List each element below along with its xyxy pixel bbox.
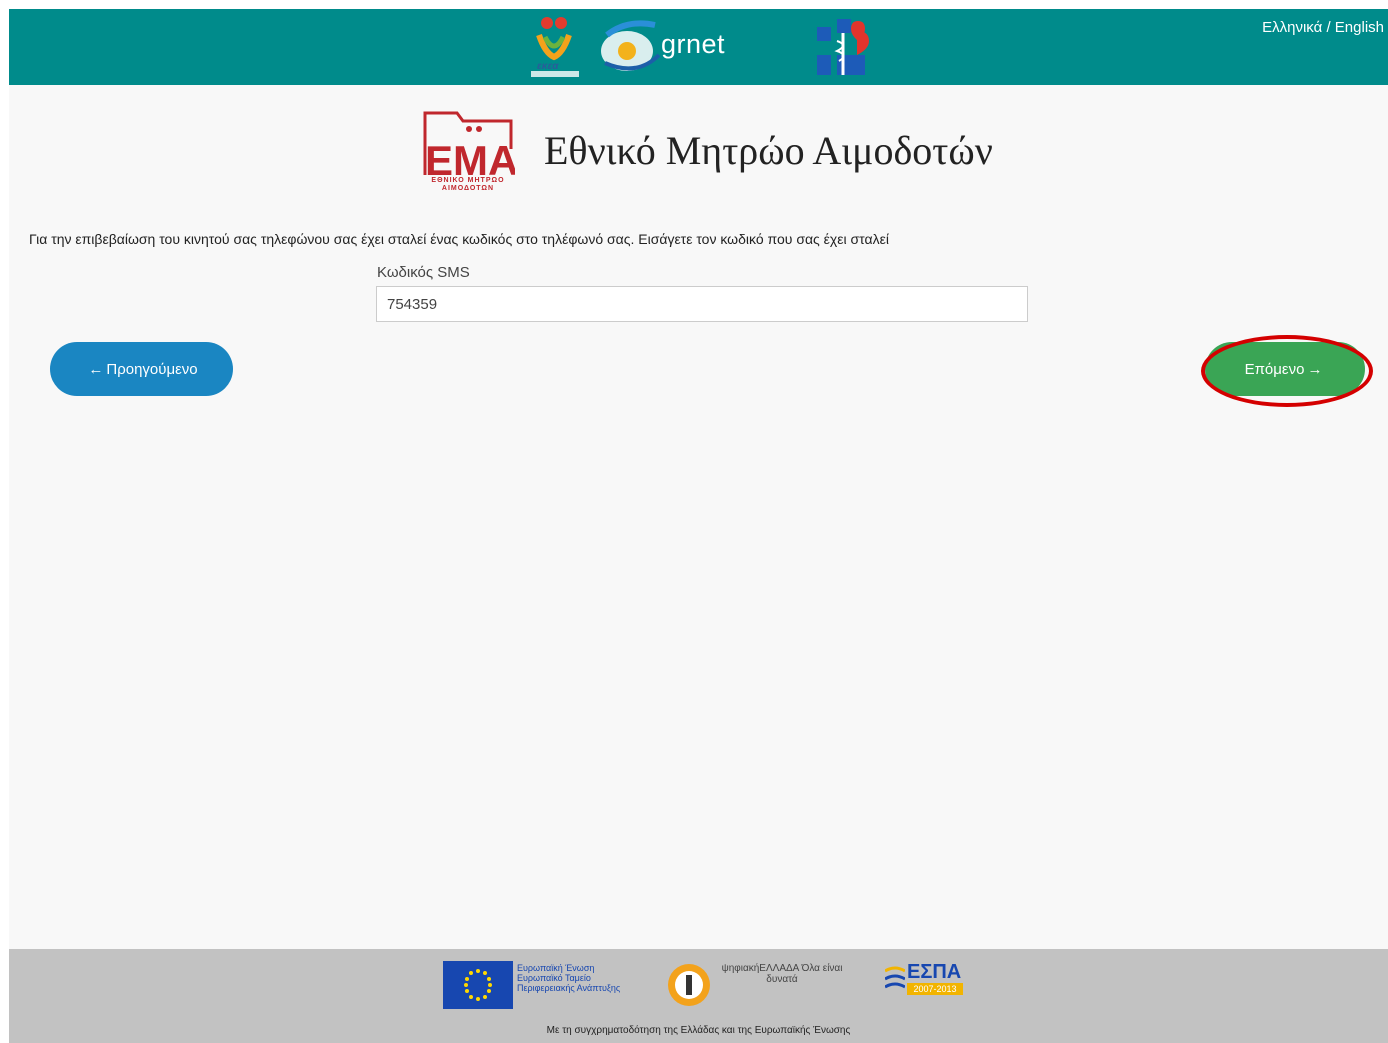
- grnet-logo: grnet: [597, 15, 797, 81]
- next-button[interactable]: Επόμενο →: [1205, 342, 1365, 396]
- espa-label: ΕΣΠΑ: [907, 961, 962, 983]
- previous-button-label: Προηγούμενο: [106, 360, 198, 378]
- ekea-label: εκεα: [537, 61, 559, 72]
- espa-logo: ΕΣΠΑ 2007-2013: [885, 961, 965, 1011]
- arrow-right-icon: →: [1307, 360, 1323, 378]
- page: εκεα grnet Ελληνικά / English ΕΜΑ ΕΘΝΙΚΟ…: [9, 9, 1388, 1043]
- page-title: Εθνικό Μητρώο Αιμοδοτών: [544, 128, 993, 173]
- eu-fund-text: Ευρωπαϊκή Ένωση Ευρωπαϊκό Ταμείο Περιφερ…: [517, 963, 621, 993]
- sms-code-input[interactable]: [376, 286, 1028, 322]
- partner-logos: εκεα grnet: [525, 13, 885, 81]
- language-switch-link[interactable]: Ελληνικά / English: [1262, 19, 1384, 36]
- eu-flag-icon: [443, 961, 513, 1009]
- previous-button[interactable]: ← Προηγούμενο: [50, 342, 233, 396]
- ema-logo-subtitle: ΕΘΝΙΚΟ ΜΗΤΡΩΟ ΑΙΜΟΔΟΤΩΝ: [431, 177, 505, 192]
- arrow-left-icon: ←: [88, 360, 104, 378]
- ekea-logo: εκεα: [525, 13, 585, 81]
- espa-years: 2007-2013: [907, 983, 963, 995]
- footer-caption: Με τη συγχρηματοδότηση της Ελλάδας και τ…: [546, 1025, 851, 1036]
- instruction-text: Για την επιβεβαίωση του κινητού σας τηλε…: [29, 231, 889, 247]
- ema-logo-text: ΕΜΑ: [425, 137, 515, 179]
- sms-code-label: Κωδικός SMS: [377, 264, 470, 281]
- health-ministry-logo: [813, 17, 873, 79]
- digital-greece-logo: ψηφιακήΕΛΛΑΔΑ Όλα είναι δυνατά: [665, 961, 865, 1011]
- digital-greece-text: ψηφιακήΕΛΛΑΔΑ Όλα είναι δυνατά: [721, 963, 843, 985]
- grnet-label: grnet: [661, 29, 726, 59]
- footer: Ευρωπαϊκή Ένωση Ευρωπαϊκό Ταμείο Περιφερ…: [9, 949, 1388, 1043]
- header-bar: εκεα grnet Ελληνικά / English: [9, 9, 1388, 85]
- next-button-label: Επόμενο: [1244, 360, 1305, 378]
